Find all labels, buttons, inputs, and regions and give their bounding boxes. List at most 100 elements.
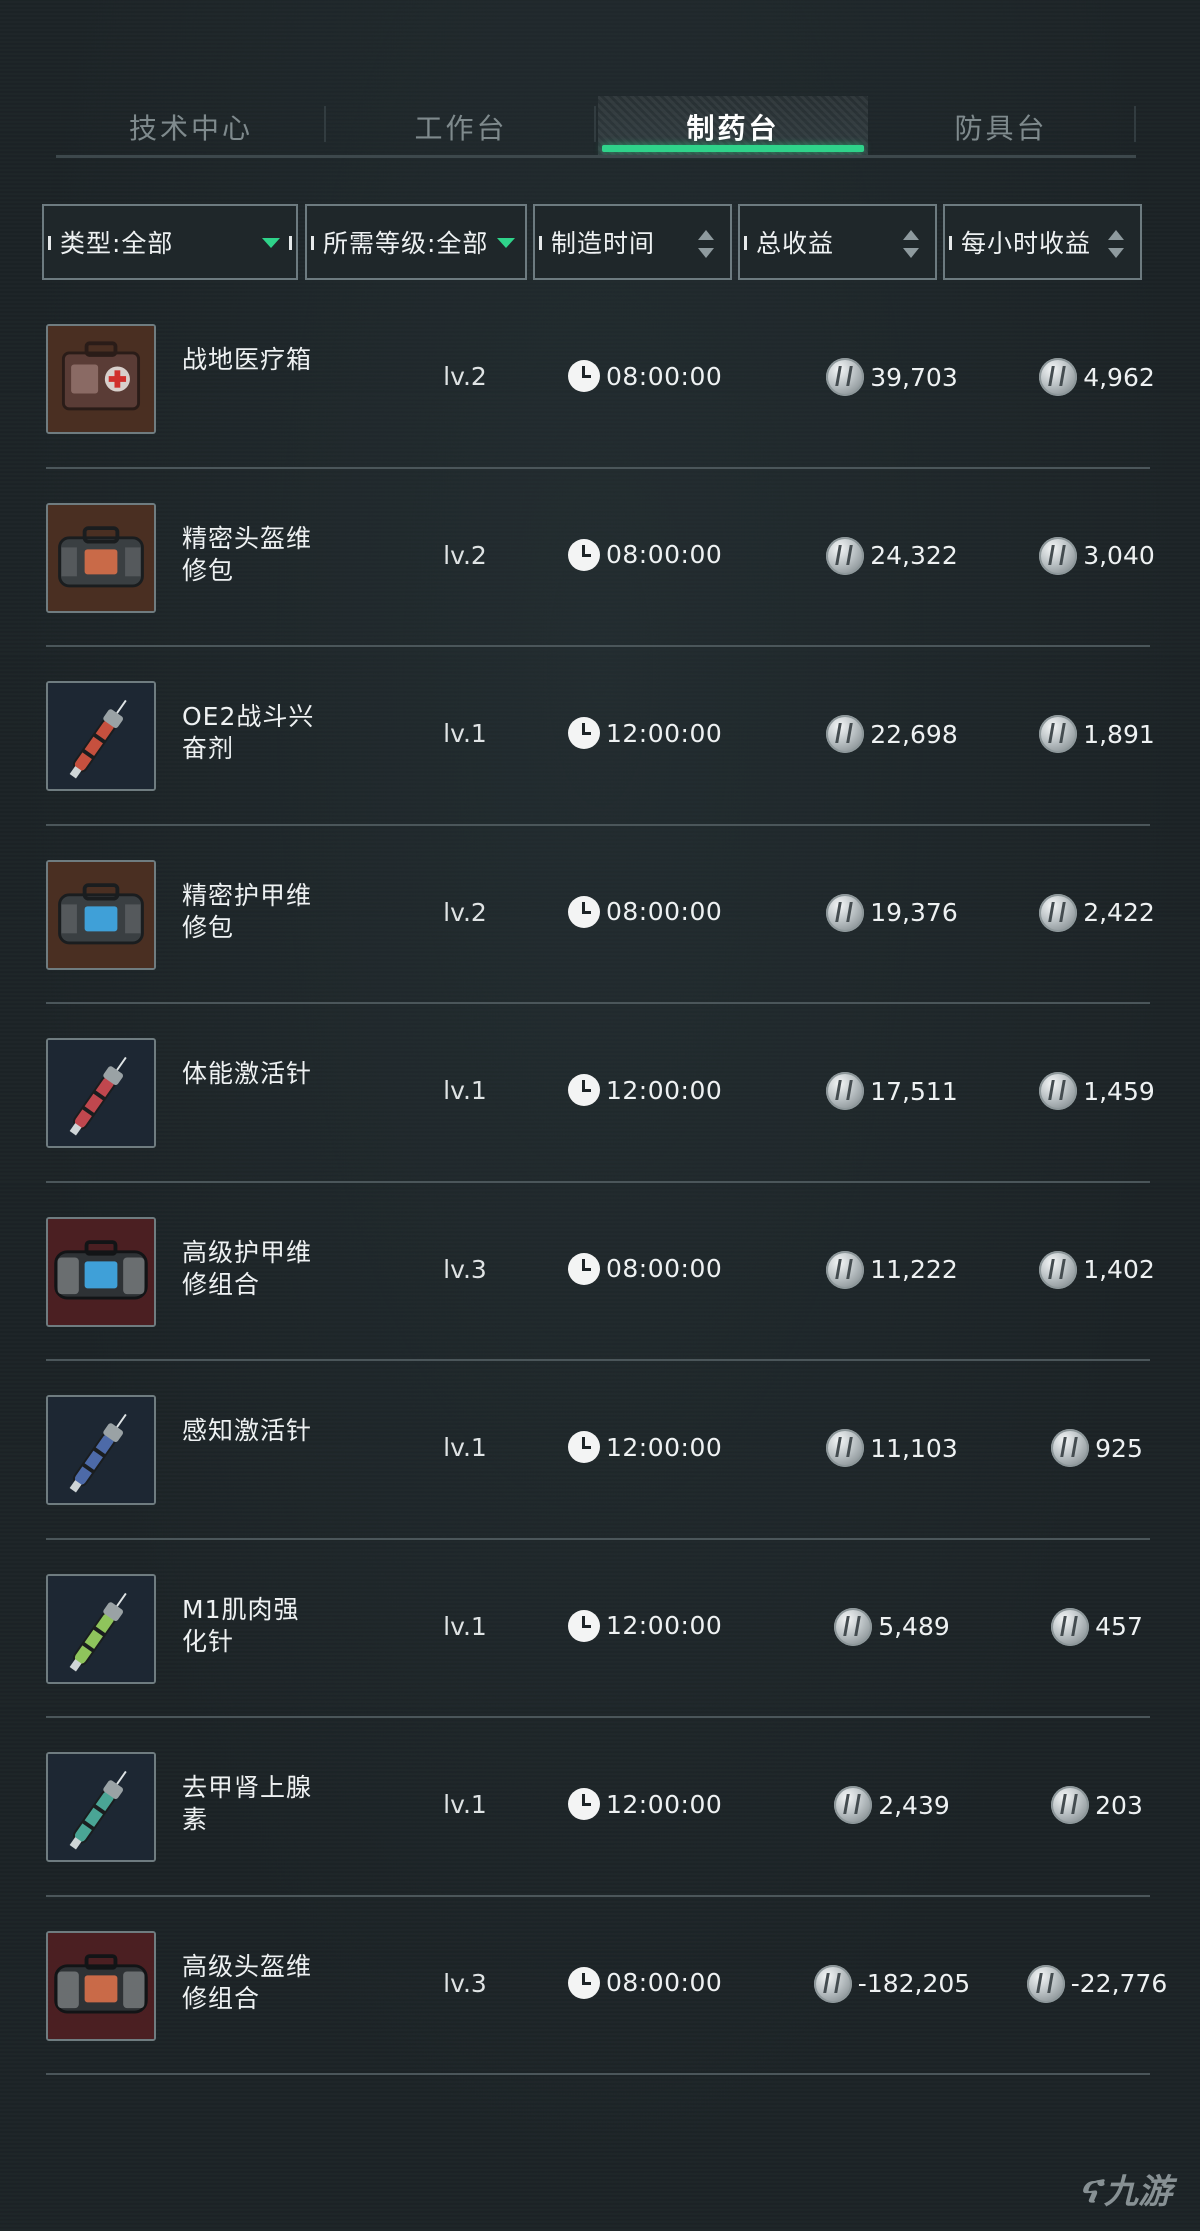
craft-time: 12:00:00	[568, 1788, 722, 1820]
recipe-row[interactable]: 高级头盔维修组合 lv.3 08:00:00 -182,205 -22,776	[46, 1897, 1167, 2075]
dropdown-arrow-icon	[262, 238, 280, 248]
required-level: lv.1	[443, 719, 487, 748]
coin-icon	[1039, 1250, 1078, 1289]
hourly-profit-value: 1,459	[1083, 1076, 1155, 1106]
hourly-profit-value: 1,891	[1083, 719, 1155, 749]
item-name: 精密头盔维修包	[182, 523, 313, 585]
recipe-row[interactable]: M1肌肉强化针 lv.1 12:00:00 5,489 457	[46, 1540, 1150, 1718]
total-profit: 11,222	[782, 1250, 1002, 1289]
total-profit-value: 24,322	[870, 541, 958, 570]
recipe-row[interactable]: 精密护甲维修包 lv.2 08:00:00 19,376 2,422	[46, 826, 1155, 1004]
hourly-profit: 1,459	[992, 1072, 1200, 1110]
total-profit: 39,703	[782, 358, 1002, 396]
total-profit-value: -182,205	[857, 1969, 971, 1998]
clock-icon	[568, 1074, 600, 1106]
item-name: 高级护甲维修组合	[182, 1237, 313, 1299]
tab-workbench[interactable]: 工作台	[326, 96, 596, 158]
tab-label: 工作台	[414, 112, 508, 145]
level-filter-dropdown[interactable]: 所需等级:全部	[305, 204, 527, 280]
coin-icon	[834, 1786, 873, 1824]
total-profit-value: 19,376	[870, 898, 958, 927]
required-level: lv.1	[443, 1611, 487, 1641]
tab-divider	[594, 106, 596, 142]
hourly-profit-value: 925	[1095, 1433, 1143, 1463]
craft-time-value: 12:00:00	[606, 718, 723, 748]
item-name: 感知激活针	[182, 1416, 313, 1445]
filter-notch	[289, 236, 292, 250]
total-profit: 19,376	[782, 893, 1002, 932]
filter-notch	[48, 236, 51, 250]
tab-armor-bench[interactable]: 防具台	[866, 96, 1136, 158]
clock-icon	[568, 360, 600, 392]
hourly-profit: -22,776	[992, 1964, 1200, 2003]
clock-icon	[568, 538, 600, 571]
craft-time-value: 08:00:00	[606, 361, 723, 391]
sort-arrows-icon	[1108, 230, 1126, 258]
tab-tech-center[interactable]: 技术中心	[56, 96, 326, 158]
recipe-row[interactable]: 去甲肾上腺素 lv.1 12:00:00 2,439 203	[46, 1718, 1150, 1897]
tab-label: 防具台	[954, 112, 1048, 145]
coin-icon	[1051, 1429, 1090, 1467]
hourly-profit-value: 1,402	[1083, 1255, 1155, 1284]
total-profit-value: 5,489	[878, 1612, 950, 1641]
coin-icon	[826, 893, 865, 932]
coin-icon	[1039, 715, 1078, 753]
total-profit: 2,439	[782, 1786, 1002, 1824]
total-profit-sort[interactable]: 总收益	[738, 204, 937, 280]
hourly-profit-value: 203	[1095, 1790, 1143, 1820]
item-name: M1肌肉强化针	[182, 1594, 300, 1656]
coin-icon	[1026, 1964, 1065, 2003]
injector-icon	[46, 1752, 156, 1862]
recipe-row[interactable]: 高级护甲维修组合 lv.3 08:00:00 11,222 1,402	[46, 1183, 1155, 1361]
hourly-profit: 457	[992, 1607, 1200, 1646]
clock-icon	[568, 895, 600, 928]
hourly-profit-sort[interactable]: 每小时收益	[943, 204, 1142, 280]
repair-kit-icon	[46, 1930, 156, 2041]
repair-bag-icon	[46, 502, 156, 613]
recipe-row[interactable]: 战地医疗箱 lv.2 08:00:00 39,703 4,962	[46, 290, 1155, 469]
craft-time-sort-label: 制造时间	[551, 229, 656, 258]
item-name: 体能激活针	[182, 1059, 313, 1088]
hourly-profit: 3,040	[992, 536, 1200, 575]
craft-time: 08:00:00	[568, 1252, 723, 1285]
hourly-profit-value: 2,422	[1083, 898, 1155, 927]
clock-icon	[568, 1252, 600, 1285]
clock-icon	[568, 1966, 600, 1999]
craft-time-value: 08:00:00	[606, 897, 723, 926]
tab-pharmacy[interactable]: 制药台	[598, 96, 868, 158]
watermark-text: 九游	[1104, 2172, 1172, 2212]
craft-time-value: 08:00:00	[606, 1254, 723, 1283]
repair-kit-icon	[46, 1216, 156, 1327]
total-profit-value: 17,511	[870, 1076, 958, 1106]
watermark: ና 九游	[1079, 2164, 1172, 2213]
required-level: lv.1	[443, 1076, 487, 1105]
dropdown-arrow-icon	[497, 238, 515, 248]
coin-icon	[826, 1429, 865, 1467]
craft-time: 08:00:00	[568, 538, 722, 571]
recipe-row[interactable]: 感知激活针 lv.1 12:00:00 11,103 925	[46, 1361, 1150, 1540]
type-filter-dropdown[interactable]: 类型:全部	[42, 204, 298, 280]
total-profit-value: 39,703	[870, 362, 958, 392]
item-name: 高级头盔维修组合	[182, 1951, 313, 2013]
recipe-row[interactable]: 体能激活针 lv.1 12:00:00 17,511 1,459	[46, 1004, 1155, 1183]
required-level: lv.2	[443, 897, 487, 927]
clock-icon	[568, 717, 600, 749]
sort-arrows-icon	[903, 230, 921, 258]
level-filter-label: 所需等级:全部	[323, 229, 489, 258]
coin-icon	[1039, 893, 1078, 932]
craft-time-sort[interactable]: 制造时间	[533, 204, 732, 280]
coin-icon	[1051, 1607, 1090, 1646]
recipe-row[interactable]: OE2战斗兴奋剂 lv.1 12:00:00 22,698 1,891	[46, 647, 1155, 826]
hourly-profit: 203	[992, 1786, 1200, 1824]
total-profit-value: 22,698	[870, 719, 958, 749]
craft-time-value: 12:00:00	[606, 1611, 723, 1640]
coin-icon	[826, 536, 865, 575]
filter-notch	[744, 236, 747, 250]
total-profit: 5,489	[782, 1607, 1002, 1646]
tab-bar: 技术中心 工作台 制药台 防具台	[56, 96, 1136, 158]
injector-icon	[46, 1038, 156, 1148]
hourly-profit-value: 457	[1095, 1612, 1143, 1641]
total-profit: 22,698	[782, 715, 1002, 753]
recipe-row[interactable]: 精密头盔维修包 lv.2 08:00:00 24,322 3,040	[46, 469, 1155, 647]
sort-arrows-icon	[698, 230, 716, 258]
